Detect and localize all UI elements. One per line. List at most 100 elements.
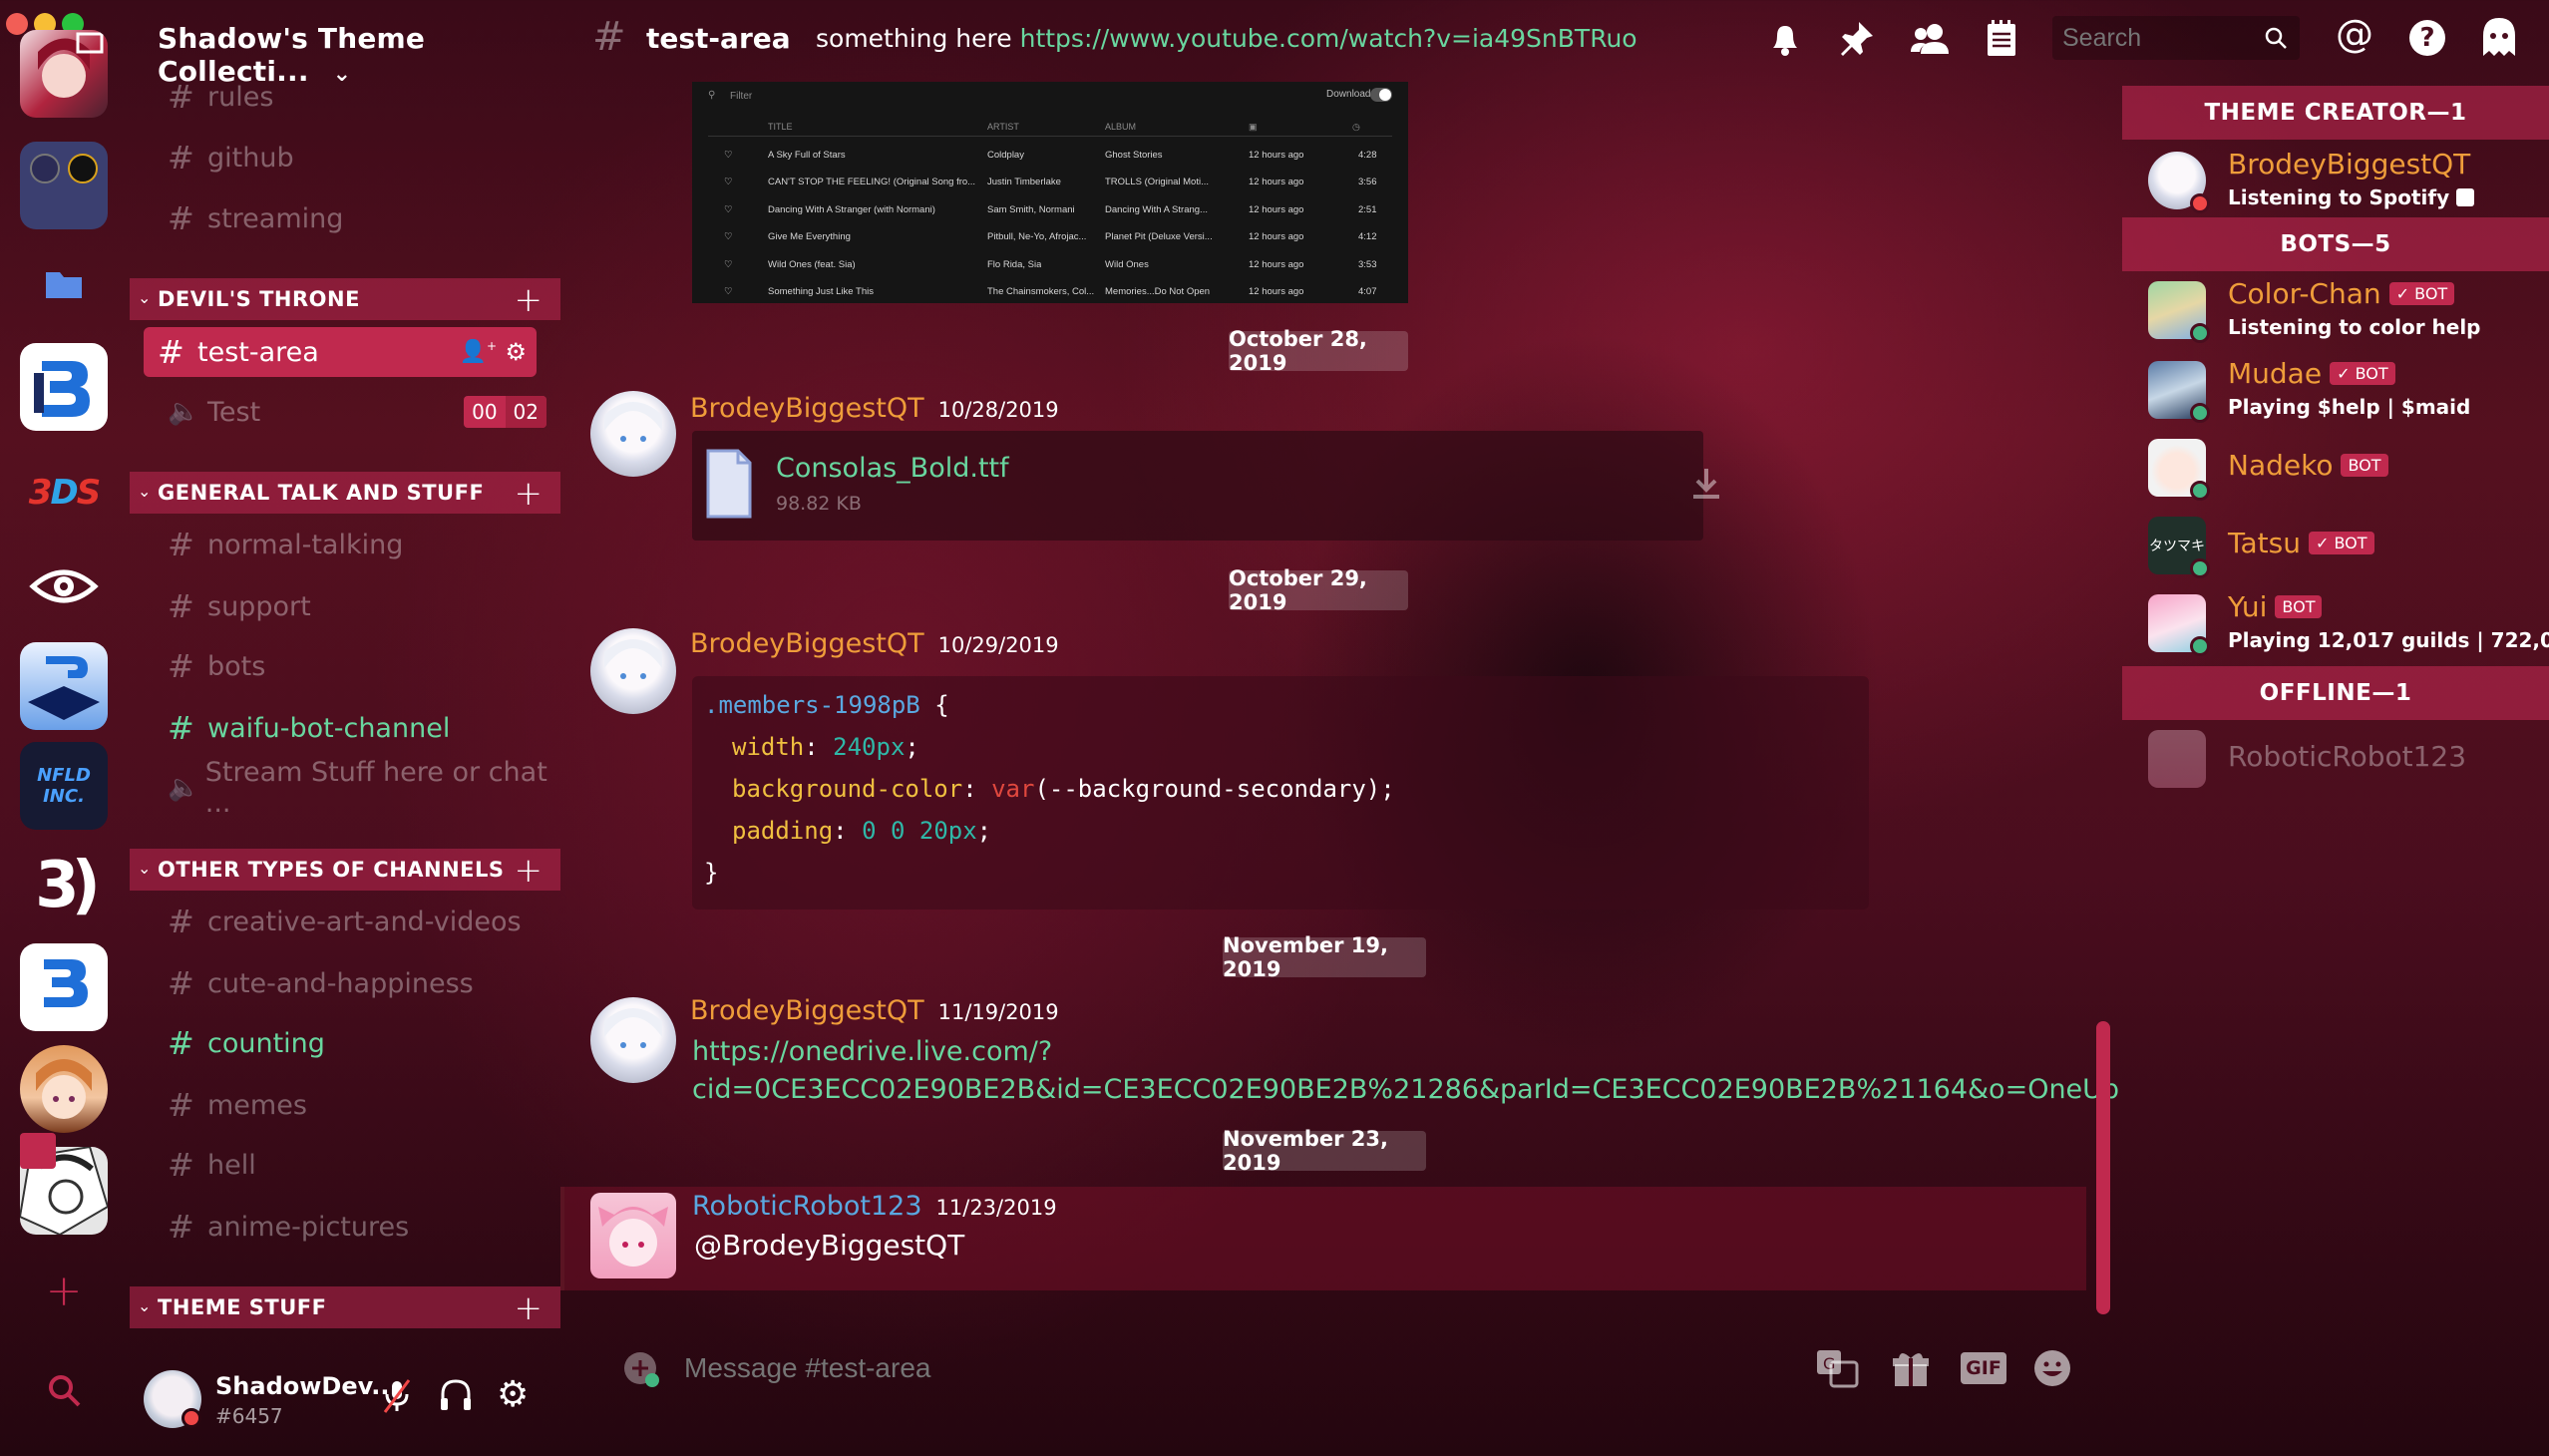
playlist-row[interactable]: ♡ Dancing With A Stranger (with Normani) S… [692,200,1408,222]
category-theme-stuff[interactable]: ⌄ THEME STUFF + [130,1286,560,1328]
topic-link[interactable]: https://www.youtube.com/watch?v=ia49SnBT… [1020,24,1638,53]
message-author[interactable]: RoboticRobot123 [692,1191,922,1222]
member-brodeybiggestqt[interactable]: BrodeyBiggestQT Listening to Spotify [2148,144,2547,217]
folder-icon[interactable] [20,239,108,327]
add-channel-icon[interactable]: + [515,851,544,891]
channel-bots[interactable]: # bots [158,641,560,691]
headphones-icon[interactable] [439,1378,473,1416]
code-colon: : [804,733,834,761]
channel-rules[interactable]: # rules [158,72,560,122]
download-icon[interactable] [1691,467,1721,501]
activity-text: Listening to [2228,185,2363,209]
member-roboticrobot123-offline[interactable]: RoboticRobot123 [2148,722,2547,796]
server-icon-eye[interactable] [20,543,108,630]
translate-icon[interactable]: G [1815,1348,1859,1392]
channel-streaming[interactable]: # streaming [158,193,560,243]
notification-bell-icon[interactable] [1767,20,1803,62]
member-yui[interactable]: Yui BOT Playing 12,017 guilds | 722,06... [2148,586,2549,660]
add-channel-icon[interactable]: + [515,1288,544,1328]
channel-github[interactable]: # github [158,133,560,182]
pinned-messages-icon[interactable] [1839,20,1875,62]
playlist-row[interactable]: ♡ Something Just Like This The Chainsmoker… [692,282,1408,304]
notes-icon[interactable] [1985,18,2018,62]
category-devils-throne[interactable]: ⌄ DEVIL'S THRONE + [130,278,560,320]
message-scrollbar[interactable] [2096,1021,2110,1314]
playlist-row[interactable]: ♡ Give Me Everything Pitbull, Ne-Yo, Afroj… [692,227,1408,249]
discover-search-icon[interactable] [20,1346,108,1434]
file-attachment[interactable]: Consolas_Bold.ttf 98.82 KB [692,431,1719,541]
channel-counting[interactable]: # counting [158,1018,560,1068]
playlist-row[interactable]: ♡ Wild Ones (feat. Sia) Flo Rida, Sia Wild … [692,255,1408,277]
server-icon-3d-logo-1[interactable] [20,343,108,431]
gift-icon[interactable] [1891,1348,1931,1392]
heart-icon[interactable]: ♡ [724,286,733,297]
gif-button[interactable]: GIF [1961,1352,2006,1384]
add-server-icon[interactable]: + [20,1247,108,1334]
server-folder-group[interactable] [20,142,108,229]
playlist-row[interactable]: ♡ CAN'T STOP THE FEELING! (Original Song … [692,173,1408,194]
search-box[interactable] [2052,16,2300,60]
link-line-1[interactable]: https://onedrive.live.com/? [692,1033,2119,1071]
channel-cute-and-happiness[interactable]: # cute-and-happiness [158,958,560,1008]
message-input[interactable] [684,1346,1562,1390]
channel-memes[interactable]: # memes [158,1080,560,1130]
track-artist: Pitbull, Ne-Yo, Afrojac... [987,231,1087,243]
mentions-at-icon[interactable]: @ [2336,12,2373,56]
channel-anime-pictures[interactable]: # anime-pictures [158,1202,560,1252]
category-general-talk[interactable]: ⌄ GENERAL TALK AND STUFF + [130,472,560,514]
member-nadeko[interactable]: Nadeko BOT [2148,431,2547,505]
channel-topic[interactable]: something here https://www.youtube.com/w… [816,24,1638,53]
channel-creative-art-and-videos[interactable]: # creative-art-and-videos [158,897,560,946]
ghost-icon[interactable] [2479,16,2519,62]
voice-channel-stream-stuff[interactable]: 🔈 Stream Stuff here or chat ... [158,757,560,819]
heart-icon[interactable]: ♡ [724,177,733,187]
server-icon-3ds[interactable]: 3DS [20,449,108,537]
playlist-row[interactable]: ♡ A Sky Full of Stars Coldplay Ghost Storie… [692,146,1408,168]
heart-icon[interactable]: ♡ [724,204,733,215]
user-avatar[interactable] [590,997,676,1083]
link-line-2[interactable]: cid=0CE3ECC02E90BE2B&id=CE3ECC02E90BE2B%… [692,1071,2119,1109]
channel-waifu-bot-channel[interactable]: # waifu-bot-channel [158,703,560,753]
member-color-chan[interactable]: Color-Chan ✓ BOT Listening to color help [2148,273,2547,347]
message-author[interactable]: BrodeyBiggestQT [690,995,924,1026]
server-icon-3d-logo-2[interactable] [20,642,108,730]
upload-plus-icon[interactable] [622,1350,662,1394]
category-other-types[interactable]: ⌄ OTHER TYPES OF CHANNELS + [130,849,560,891]
gear-icon[interactable]: ⚙ [505,338,527,366]
user-avatar[interactable] [590,1193,676,1278]
member-list-icon[interactable] [1911,20,1951,62]
server-icon-nfld-inc[interactable]: NFLD INC. [20,742,108,830]
member-tatsu[interactable]: タツマキ Tatsu ✓ BOT [2148,509,2547,582]
user-avatar[interactable] [590,628,676,714]
channel-normal-talking[interactable]: # normal-talking [158,520,560,569]
message-author[interactable]: BrodeyBiggestQT [690,628,924,659]
message-mention[interactable]: @BrodeyBiggestQT [694,1229,964,1262]
member-mudae[interactable]: Mudae ✓ BOT Playing $help | $maid [2148,353,2547,427]
channel-hell[interactable]: # hell [158,1140,560,1190]
code-property: width [732,733,805,761]
channel-support[interactable]: # support [158,581,560,631]
server-icon-anime-orange[interactable] [20,1045,108,1133]
heart-icon[interactable]: ♡ [724,150,733,161]
server-icon-anime-girl[interactable] [20,30,108,118]
channel-test-area[interactable]: # test-area 👤+ ⚙ [144,327,537,377]
message-author[interactable]: BrodeyBiggestQT [690,393,924,424]
mute-microphone-icon[interactable] [381,1378,413,1418]
server-icon-3d-logo-4[interactable] [20,943,108,1031]
add-channel-icon[interactable]: + [515,474,544,514]
voice-channel-test[interactable]: 🔈 Test 00 02 [158,387,560,437]
create-invite-icon[interactable]: 👤+ [460,339,497,364]
message-link[interactable]: https://onedrive.live.com/? cid=0CE3ECC0… [692,1033,2119,1109]
search-input[interactable] [2062,22,2252,54]
file-name-link[interactable]: Consolas_Bold.ttf [776,453,1009,484]
server-icon-3d-logo-3[interactable]: 3) [20,842,108,929]
add-channel-icon[interactable]: + [515,280,544,320]
emoji-icon[interactable] [2032,1348,2072,1392]
heart-icon[interactable]: ♡ [724,259,733,270]
code-colon: : [962,775,992,803]
heart-icon[interactable]: ♡ [724,231,733,242]
help-icon[interactable]: ? [2409,20,2445,56]
spotify-playlist-image[interactable]: ⚲ Filter Download TITLE ARTIST ALBUM ▣ ◷… [692,82,1408,303]
user-settings-gear-icon[interactable]: ⚙ [497,1374,529,1415]
user-avatar[interactable] [590,391,676,477]
